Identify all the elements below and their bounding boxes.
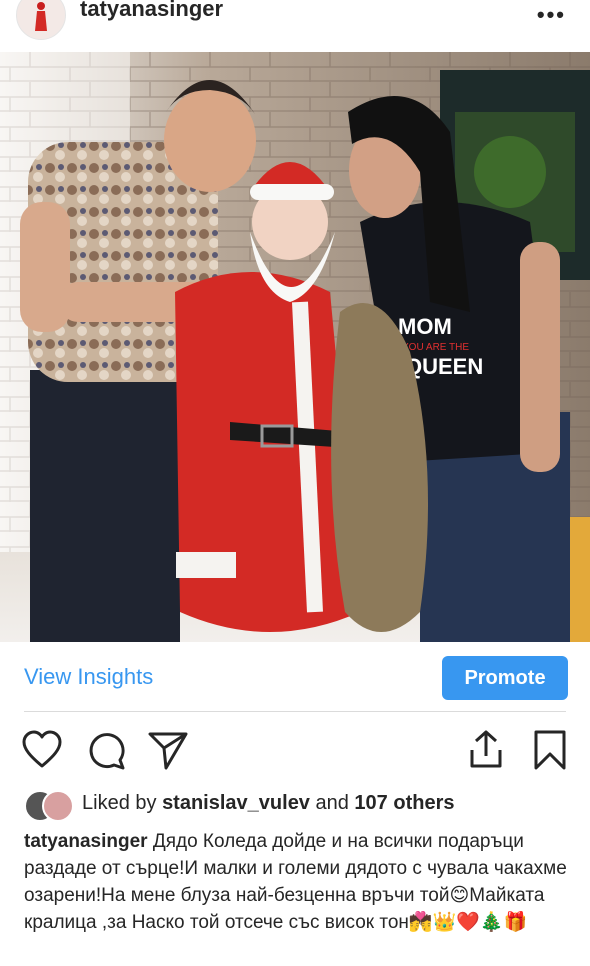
post-header: tatyanasinger ••• (0, 0, 590, 52)
photo-scene: MOM YOU ARE THE QUEEN (0, 52, 590, 642)
insights-bar: View Insights Promote (0, 652, 590, 706)
post-photo[interactable]: MOM YOU ARE THE QUEEN (0, 52, 590, 642)
post-caption: tatyanasinger Дядо Коледа дойде и на вси… (24, 828, 574, 936)
likes-row: Liked by stanislav_vulev and 107 others (24, 788, 584, 822)
profile-avatar[interactable] (16, 0, 66, 40)
heart-icon[interactable] (20, 728, 64, 772)
bookmark-icon[interactable] (528, 728, 572, 772)
caption-username[interactable]: tatyanasinger (24, 831, 148, 852)
shirt-text-queen: QUEEN (405, 354, 483, 379)
liker-avatar[interactable] (42, 790, 74, 822)
likes-others[interactable]: 107 others (354, 792, 454, 814)
likes-summary[interactable]: Liked by stanislav_vulev and 107 others (82, 792, 454, 815)
divider (24, 711, 566, 712)
view-insights-link[interactable]: View Insights (24, 664, 153, 690)
likes-prefix: Liked by (82, 792, 163, 814)
shirt-text-middle: YOU ARE THE (402, 342, 469, 353)
upload-icon[interactable] (464, 728, 508, 772)
liker-username[interactable]: stanislav_vulev (162, 792, 310, 814)
post-username[interactable]: tatyanasinger (80, 0, 223, 22)
shirt-text-mom: MOM (398, 314, 452, 339)
likes-middle: and (309, 792, 355, 814)
comment-icon[interactable] (84, 728, 128, 772)
more-options-icon[interactable]: ••• (537, 2, 566, 28)
promote-button[interactable]: Promote (442, 656, 568, 700)
avatar-figure-icon (35, 2, 47, 31)
post-actions (0, 728, 590, 778)
share-icon[interactable] (146, 728, 190, 772)
